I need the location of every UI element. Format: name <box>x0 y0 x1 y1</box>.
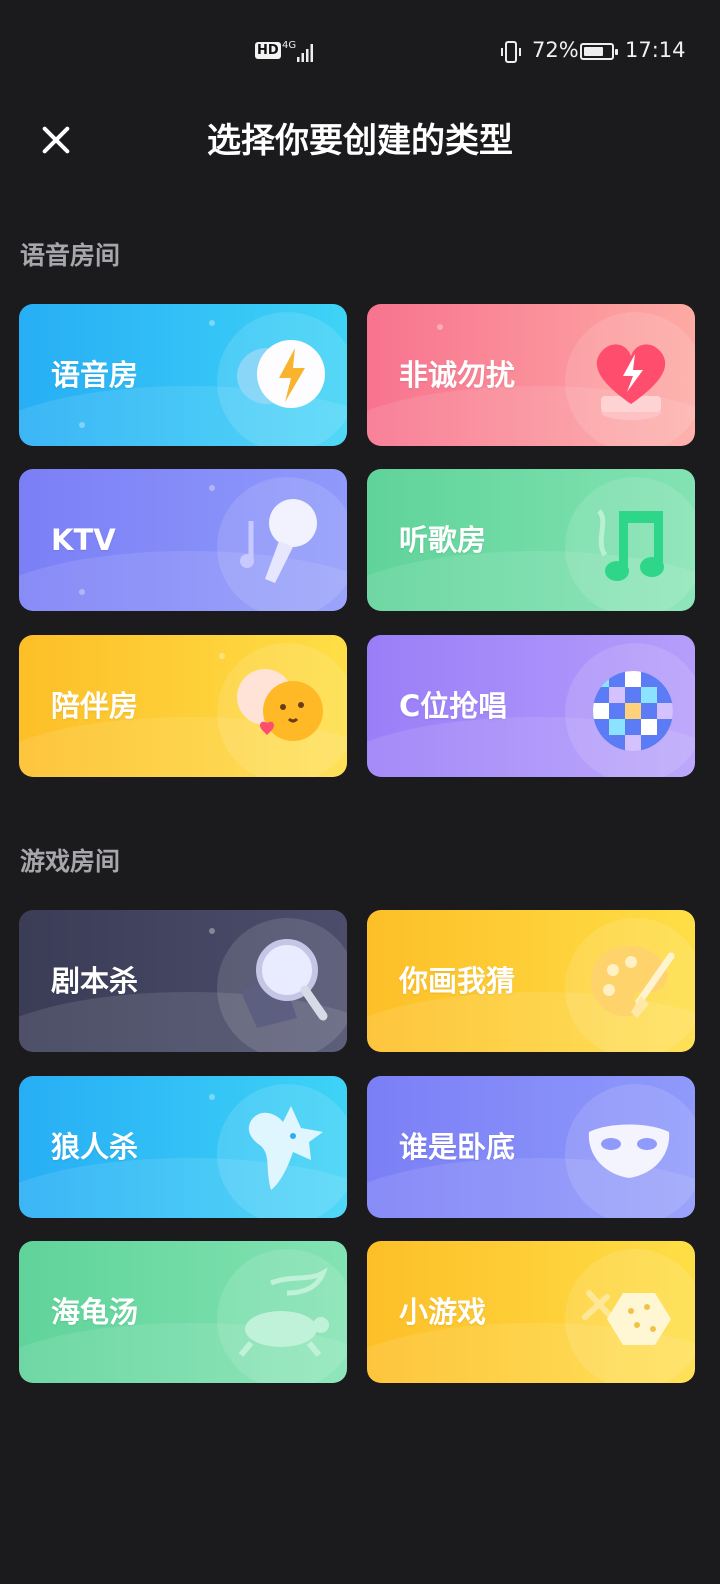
card-c-position-sing[interactable]: C位抢唱 <box>367 635 695 777</box>
card-label: 非诚勿扰 <box>399 358 516 392</box>
card-label: 陪伴房 <box>51 689 139 723</box>
turtle-icon <box>238 1267 329 1357</box>
card-label: 你画我猜 <box>399 964 516 998</box>
battery-icon <box>580 43 618 60</box>
card-mini-games[interactable]: 小游戏 <box>367 1241 695 1383</box>
card-label: 海龟汤 <box>51 1295 139 1329</box>
music-note-icon <box>596 509 664 581</box>
card-label: C位抢唱 <box>399 689 508 723</box>
wolf-icon <box>248 1106 323 1190</box>
card-label: 小游戏 <box>399 1295 487 1329</box>
card-ktv[interactable]: KTV <box>19 469 347 611</box>
card-companion-room[interactable]: 陪伴房 <box>19 635 347 777</box>
hd-indicator: HD <box>255 42 281 59</box>
card-music-room[interactable]: 听歌房 <box>367 469 695 611</box>
emoji-faces-icon <box>237 669 323 741</box>
card-voice-room[interactable]: 语音房 <box>19 304 347 446</box>
card-label: 语音房 <box>51 358 139 392</box>
status-bar: HD 4G 72% 17:14 <box>0 0 720 108</box>
palette-icon <box>590 946 675 1018</box>
card-label: 听歌房 <box>399 523 487 557</box>
clock: 17:14 <box>625 38 686 62</box>
disco-ball-icon <box>593 671 673 751</box>
lightning-chat-icon <box>237 340 325 408</box>
page-title: 选择你要创建的类型 <box>207 121 513 161</box>
magnifier-icon <box>241 939 328 1028</box>
battery-percent: 72% <box>532 38 579 62</box>
microphone-icon <box>240 499 317 583</box>
section-title-game-rooms: 游戏房间 <box>20 847 121 876</box>
section-title-voice-rooms: 语音房间 <box>20 241 121 270</box>
card-label: 谁是卧底 <box>399 1130 516 1164</box>
network-type: 4G <box>282 40 297 51</box>
gamepad-hexagon-icon <box>582 1290 671 1345</box>
card-turtle-soup[interactable]: 海龟汤 <box>19 1241 347 1383</box>
signal-icon <box>297 44 313 62</box>
card-label: KTV <box>51 523 116 557</box>
card-no-disturb[interactable]: 非诚勿扰 <box>367 304 695 446</box>
card-werewolf[interactable]: 狼人杀 <box>19 1076 347 1218</box>
card-label: 狼人杀 <box>51 1130 139 1164</box>
card-murder-mystery[interactable]: 剧本杀 <box>19 910 347 1052</box>
card-draw-guess[interactable]: 你画我猜 <box>367 910 695 1052</box>
card-label: 剧本杀 <box>51 964 139 998</box>
mask-icon <box>588 1124 670 1178</box>
heart-icon <box>596 344 666 420</box>
card-undercover[interactable]: 谁是卧底 <box>367 1076 695 1218</box>
vibrate-icon <box>501 41 521 63</box>
